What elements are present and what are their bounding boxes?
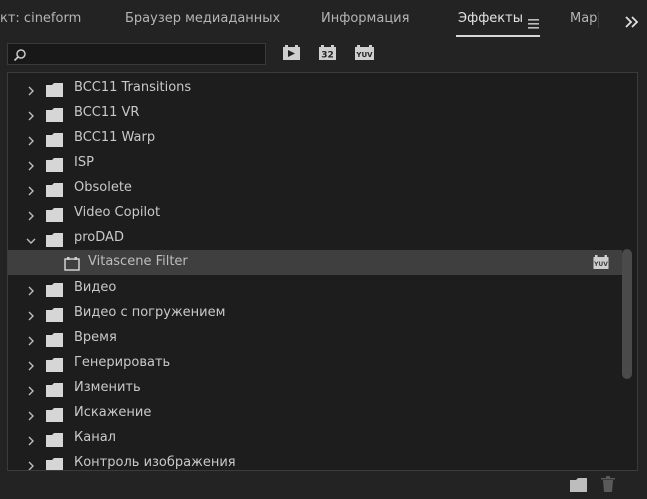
folder-icon xyxy=(46,232,64,247)
tree-row-label: Контроль изображения xyxy=(74,455,236,470)
chevron-right-icon[interactable] xyxy=(25,307,37,321)
tree-row-distort[interactable]: Искажение xyxy=(8,401,622,426)
chevron-right-icon[interactable] xyxy=(25,332,37,346)
effects-tree-panel: BCC11 Transitions BCC11 VR BCC11 Warp IS… xyxy=(7,72,638,471)
svg-text:YUV: YUV xyxy=(355,51,373,59)
folder-icon xyxy=(46,207,64,222)
folder-icon xyxy=(46,307,64,322)
chevron-right-icon[interactable] xyxy=(25,357,37,371)
tree-row-label: Изменить xyxy=(74,380,141,395)
yuv-badge-icon: YUV xyxy=(593,255,609,274)
chevron-right-icon[interactable] xyxy=(25,82,37,96)
svg-text:32: 32 xyxy=(321,51,334,61)
folder-icon xyxy=(46,107,64,122)
tab-info[interactable]: Информация xyxy=(321,11,409,26)
new-bin-folder-icon[interactable] xyxy=(570,477,588,496)
overflow-chevrons-icon[interactable] xyxy=(625,13,639,32)
folder-icon xyxy=(46,282,64,297)
tree-row-label: Video Copilot xyxy=(74,205,161,220)
tree-row-obsolete[interactable]: Obsolete xyxy=(8,176,622,201)
tree-row-label: Время xyxy=(74,330,117,345)
chevron-right-icon[interactable] xyxy=(25,282,37,296)
tree-row-video[interactable]: Видео xyxy=(8,276,622,301)
tree-row-image-control[interactable]: Контроль изображения xyxy=(8,451,622,470)
tree-row-label: BCC11 VR xyxy=(74,105,140,120)
tree-row-label: Генерировать xyxy=(74,355,171,370)
folder-icon xyxy=(46,407,64,422)
tree-row-label: Видео с погружением xyxy=(74,305,226,320)
tree-row-label: Искажение xyxy=(74,405,152,420)
tree-row-label: ISP xyxy=(74,155,94,170)
tree-row-label: BCC11 Warp xyxy=(74,130,156,145)
vertical-scrollbar-thumb[interactable] xyxy=(622,249,632,379)
tree-row-isp[interactable]: ISP xyxy=(8,151,622,176)
yuv-effects-icon[interactable]: YUV xyxy=(354,44,376,66)
search-icon xyxy=(13,47,27,66)
tab-media-browser[interactable]: Браузер медиаданных xyxy=(125,11,280,26)
chevron-down-icon[interactable] xyxy=(25,232,37,244)
folder-icon xyxy=(46,457,64,470)
chevron-right-icon[interactable] xyxy=(25,132,37,146)
chevron-right-icon[interactable] xyxy=(25,107,37,121)
folder-icon xyxy=(46,432,64,447)
folder-icon xyxy=(46,182,64,197)
folder-icon xyxy=(46,332,64,347)
tree-row-label: Видео xyxy=(74,280,117,295)
chevron-right-icon[interactable] xyxy=(25,157,37,171)
tab-divider xyxy=(598,12,599,28)
chevron-right-icon[interactable] xyxy=(25,457,37,470)
tree-row-adjust[interactable]: Изменить xyxy=(8,376,622,401)
tree-row-prodad[interactable]: proDAD xyxy=(8,226,622,251)
tab-markers[interactable]: Мар xyxy=(570,11,597,26)
tree-row-generate[interactable]: Генерировать xyxy=(8,351,622,376)
tree-row-video-copilot[interactable]: Video Copilot xyxy=(8,201,622,226)
folder-icon xyxy=(46,157,64,172)
tree-row-channel[interactable]: Канал xyxy=(8,426,622,451)
folder-icon xyxy=(46,82,64,97)
folder-icon xyxy=(46,357,64,372)
tree-row-time[interactable]: Время xyxy=(8,326,622,351)
32-bit-color-icon[interactable]: 32 xyxy=(318,44,338,66)
chevron-right-icon[interactable] xyxy=(25,407,37,421)
tree-row-immersive-video[interactable]: Видео с погружением xyxy=(8,301,622,326)
folder-icon xyxy=(46,382,64,397)
accelerated-effects-icon[interactable] xyxy=(282,44,302,66)
tree-row-label: Канал xyxy=(74,430,116,445)
tree-row-vitascene-filter[interactable]: Vitascene Filter YUV xyxy=(8,250,622,275)
effects-search-input[interactable] xyxy=(7,43,266,65)
panel-tab-bar: кт: cineform Браузер медиаданных Информа… xyxy=(0,0,647,40)
tree-row-bcc11-vr[interactable]: BCC11 VR xyxy=(8,101,622,126)
tree-row-label: Vitascene Filter xyxy=(88,254,188,269)
effect-icon xyxy=(64,256,80,275)
hamburger-menu-icon[interactable] xyxy=(528,14,539,33)
trash-icon[interactable] xyxy=(601,476,615,496)
active-tab-indicator xyxy=(456,35,540,37)
chevron-right-icon[interactable] xyxy=(25,207,37,221)
tree-row-label: BCC11 Transitions xyxy=(74,80,192,95)
chevron-right-icon[interactable] xyxy=(25,182,37,196)
tab-project[interactable]: кт: cineform xyxy=(0,11,81,26)
chevron-right-icon[interactable] xyxy=(25,382,37,396)
tree-row-bcc11-warp[interactable]: BCC11 Warp xyxy=(8,126,622,151)
folder-icon xyxy=(46,132,64,147)
tab-effects[interactable]: Эффекты xyxy=(458,11,523,26)
tree-row-bcc11-transitions[interactable]: BCC11 Transitions xyxy=(8,76,622,101)
chevron-right-icon[interactable] xyxy=(25,432,37,446)
svg-text:YUV: YUV xyxy=(593,261,608,268)
tree-row-label: proDAD xyxy=(74,230,124,245)
tree-row-label: Obsolete xyxy=(74,180,132,195)
